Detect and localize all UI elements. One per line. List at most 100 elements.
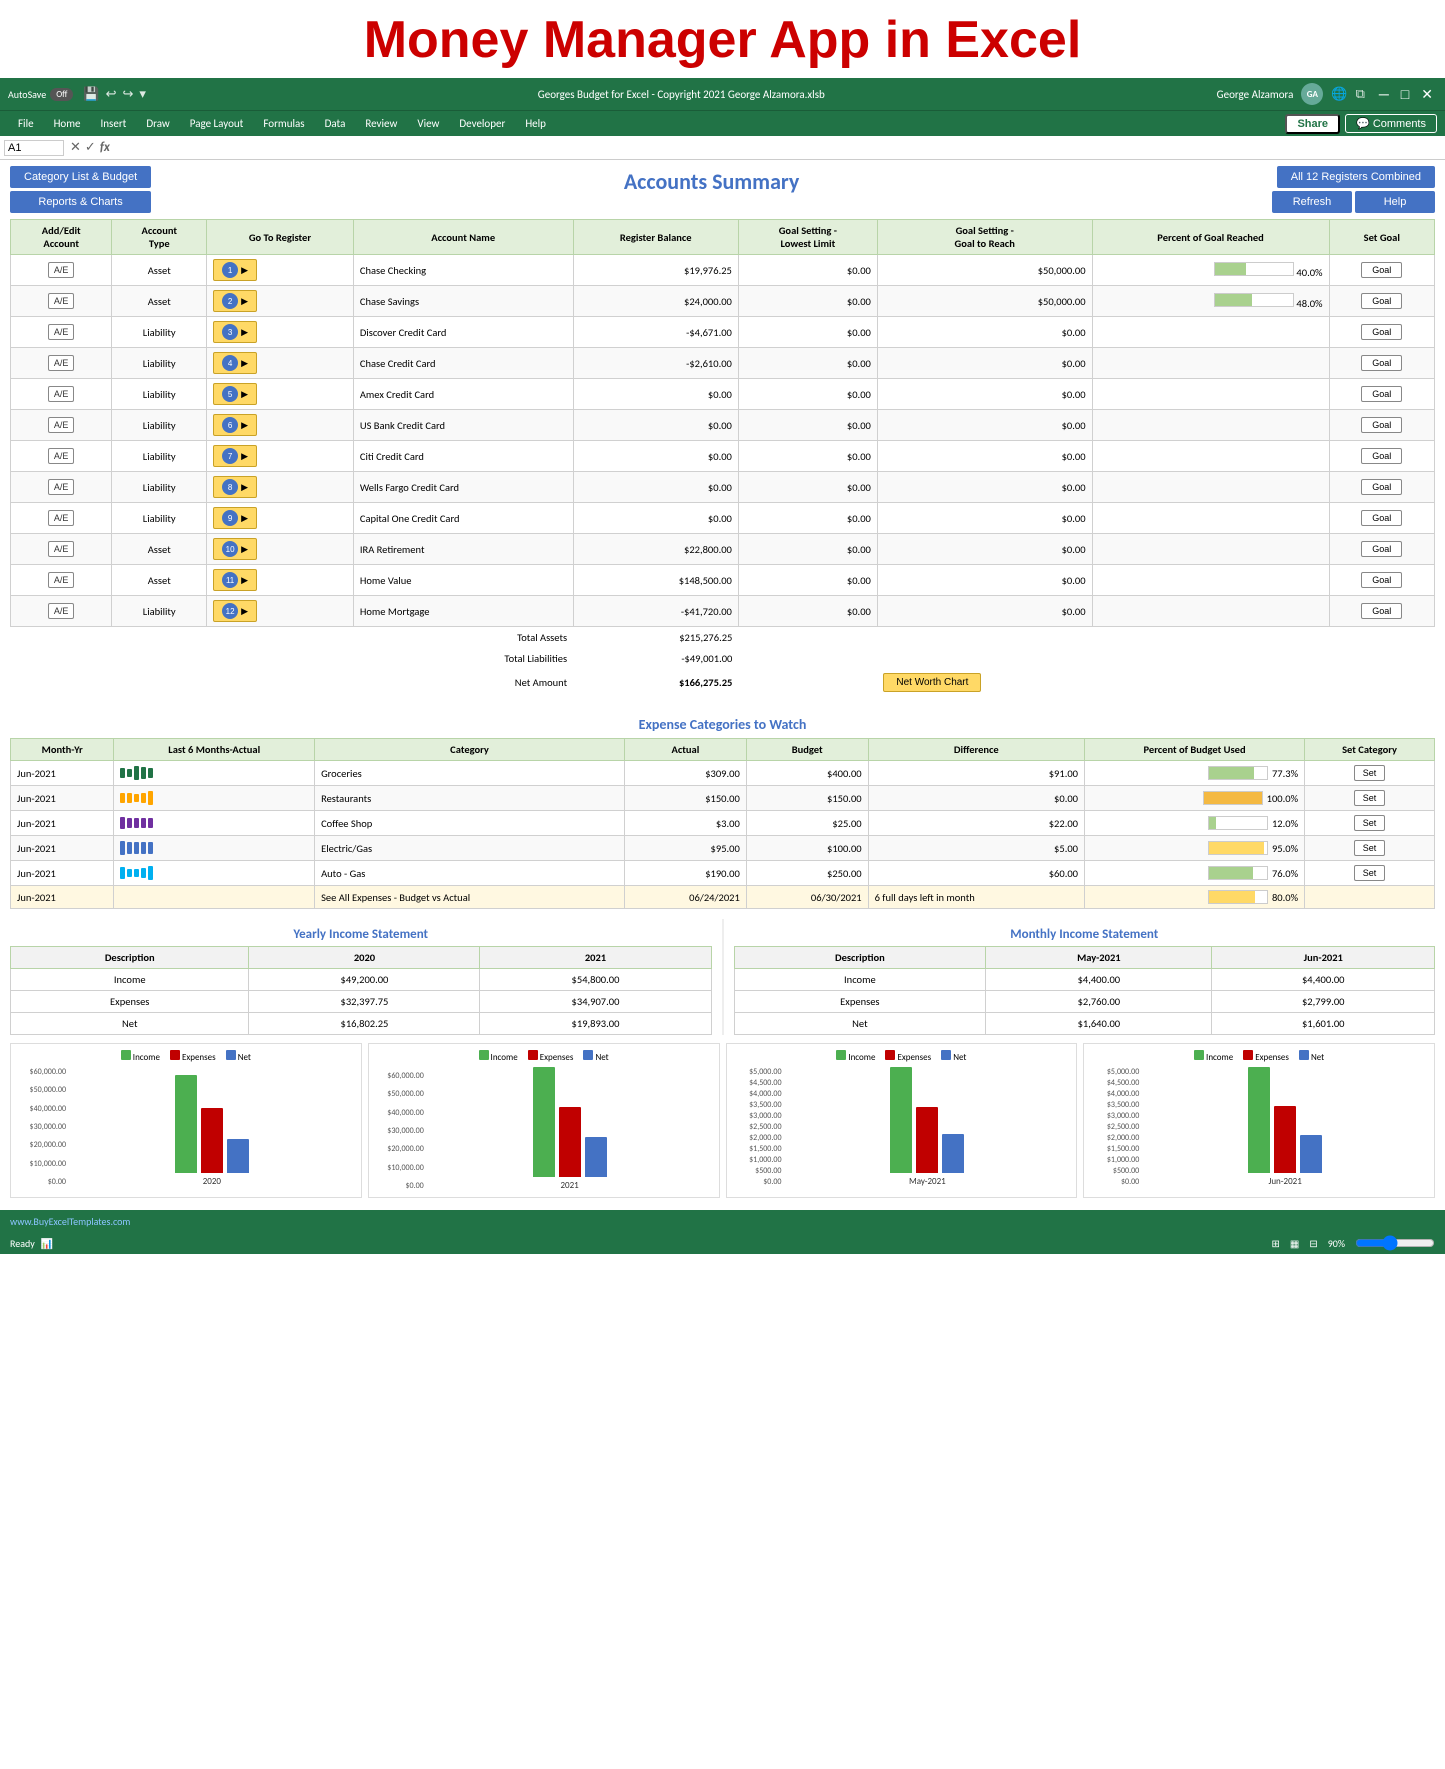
menu-developer[interactable]: Developer [449,115,515,132]
chart-bars [175,1075,249,1173]
status-right: ⊞ ▦ ⊟ 90% [1271,1235,1435,1251]
undo-icon[interactable]: ↩ [106,87,117,102]
go-to-register-cell: 9 ▶ [207,503,354,534]
net-bar-container [1300,1135,1322,1173]
footer-url[interactable]: www.BuyExcelTemplates.com [10,1215,130,1228]
exp-actual-cell: $309.00 [625,761,747,786]
legend-expenses: Expenses [528,1050,574,1063]
menu-data[interactable]: Data [315,115,356,132]
menu-draw[interactable]: Draw [136,115,179,132]
save-icon[interactable]: 💾 [83,87,99,102]
menu-file[interactable]: File [8,115,44,132]
set-category-button[interactable]: Set [1354,790,1386,806]
goal-button[interactable]: Goal [1361,603,1402,619]
help-button[interactable]: Help [1355,191,1435,213]
exp-col-last6: Last 6 Months-Actual [114,739,315,761]
register-button[interactable]: 8 ▶ [213,476,257,498]
y-tick-label: $40,000.00 [375,1108,424,1118]
ae-button[interactable]: A/E [48,603,75,619]
exp-actual-cell: $3.00 [625,811,747,836]
menu-pagelayout[interactable]: Page Layout [180,115,254,132]
goal-button[interactable]: Goal [1361,355,1402,371]
chart-content: $60,000.00$50,000.00$40,000.00$30,000.00… [17,1067,355,1187]
view-normal-icon[interactable]: ⊞ [1271,1237,1279,1250]
goal-button[interactable]: Goal [1361,572,1402,588]
menu-review[interactable]: Review [355,115,407,132]
goal-button[interactable]: Goal [1361,324,1402,340]
goal-button[interactable]: Goal [1361,417,1402,433]
register-button[interactable]: 10 ▶ [213,538,257,560]
goal-button[interactable]: Goal [1361,262,1402,278]
arrow-right-icon: ▶ [241,606,248,617]
goal-button[interactable]: Goal [1361,448,1402,464]
chart-x-label: Jun-2021 [1268,1176,1301,1187]
ae-button[interactable]: A/E [48,386,75,402]
goal-button[interactable]: Goal [1361,541,1402,557]
zoom-slider[interactable] [1355,1235,1435,1251]
ae-button[interactable]: A/E [48,572,75,588]
col-register-balance: Register Balance [573,220,738,255]
ae-button[interactable]: A/E [48,262,75,278]
goal-button[interactable]: Goal [1361,479,1402,495]
refresh-button[interactable]: Refresh [1272,191,1352,213]
share-button[interactable]: Share [1285,114,1340,134]
close-button[interactable]: ✕ [1417,86,1437,103]
window-restore-icon[interactable]: ⧉ [1356,87,1365,102]
register-button[interactable]: 7 ▶ [213,445,257,467]
menu-view[interactable]: View [407,115,449,132]
mi-col-desc: Description [734,947,986,969]
maximize-button[interactable]: □ [1397,86,1413,103]
set-category-button[interactable]: Set [1354,765,1386,781]
goal-button[interactable]: Goal [1361,386,1402,402]
go-to-register-cell: 3 ▶ [207,317,354,348]
formula-input[interactable] [116,141,1441,155]
register-button[interactable]: 9 ▶ [213,507,257,529]
account-type-cell: Asset [112,565,207,596]
net-worth-chart-button[interactable]: Net Worth Chart [883,673,981,692]
ae-button[interactable]: A/E [48,324,75,340]
register-button[interactable]: 2 ▶ [213,290,257,312]
register-button[interactable]: 6 ▶ [213,414,257,436]
globe-icon[interactable]: 🌐 [1331,87,1347,102]
ae-button[interactable]: A/E [48,417,75,433]
chart-box: Income Expenses Net $5,000.00$4,500.00$4… [726,1043,1078,1198]
set-category-button[interactable]: Set [1354,865,1386,881]
menu-insert[interactable]: Insert [91,115,137,132]
ae-button[interactable]: A/E [48,510,75,526]
menu-formulas[interactable]: Formulas [253,115,314,132]
minimize-button[interactable]: ─ [1375,86,1393,103]
all-registers-button[interactable]: All 12 Registers Combined [1277,166,1435,188]
goal-reach-cell: $0.00 [877,534,1092,565]
expense-categories-title: Expense Categories to Watch [10,706,1435,738]
redo-icon[interactable]: ↪ [123,87,134,102]
customize-icon[interactable]: ▾ [139,87,146,102]
goal-button[interactable]: Goal [1361,510,1402,526]
view-layout-icon[interactable]: ▦ [1290,1237,1299,1250]
cell-reference-input[interactable] [4,140,64,156]
register-button[interactable]: 11 ▶ [213,569,257,591]
reports-charts-button[interactable]: Reports & Charts [10,191,151,213]
register-button[interactable]: 12 ▶ [213,600,257,622]
register-button[interactable]: 3 ▶ [213,321,257,343]
ae-button[interactable]: A/E [48,541,75,557]
menu-home[interactable]: Home [44,115,91,132]
legend-net: Net [226,1050,251,1063]
view-page-icon[interactable]: ⊟ [1309,1237,1317,1250]
menu-help[interactable]: Help [515,115,556,132]
set-category-button[interactable]: Set [1354,840,1386,856]
ae-button[interactable]: A/E [48,479,75,495]
goal-button[interactable]: Goal [1361,293,1402,309]
register-button[interactable]: 5 ▶ [213,383,257,405]
goal-reach-cell: $0.00 [877,317,1092,348]
set-category-button[interactable]: Set [1354,815,1386,831]
balance-cell: $0.00 [573,379,738,410]
ae-button[interactable]: A/E [48,355,75,371]
register-button[interactable]: 1 ▶ [213,259,257,281]
register-button[interactable]: 4 ▶ [213,352,257,374]
category-list-button[interactable]: Category List & Budget [10,166,151,188]
chart-box: Income Expenses Net $60,000.00$50,000.00… [10,1043,362,1198]
goal-reach-cell: $0.00 [877,441,1092,472]
ae-button[interactable]: A/E [48,448,75,464]
ae-button[interactable]: A/E [48,293,75,309]
comments-button[interactable]: 💬 Comments [1345,114,1437,133]
